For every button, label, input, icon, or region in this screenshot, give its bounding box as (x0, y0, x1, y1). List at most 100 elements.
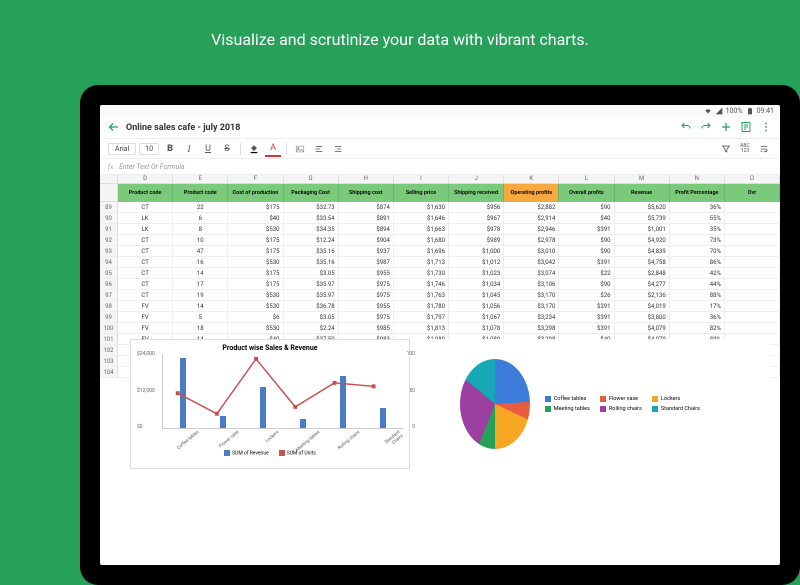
cell[interactable]: $175 (228, 202, 283, 213)
cell[interactable]: FV (118, 301, 173, 312)
cell[interactable]: $1,001 (615, 224, 670, 235)
cell[interactable] (725, 312, 780, 323)
cell[interactable]: $391 (559, 257, 614, 268)
cell[interactable]: 44% (670, 279, 725, 290)
cell[interactable]: CT (118, 268, 173, 279)
cell[interactable] (725, 202, 780, 213)
row-number[interactable]: 101 (100, 334, 118, 345)
table-row[interactable]: 99FV5$6$3.05$975$1,797$1,067$3,234$391$3… (100, 312, 780, 323)
cell[interactable] (725, 224, 780, 235)
table-row[interactable]: 91LK8$530$34.35$894$1,663$978$2,946$391$… (100, 224, 780, 235)
cell[interactable]: $530 (228, 290, 283, 301)
cell[interactable]: $3,010 (504, 246, 559, 257)
cell[interactable]: $1,078 (449, 323, 504, 334)
cell[interactable]: $3,170 (504, 290, 559, 301)
cell[interactable]: $2,914 (504, 213, 559, 224)
cell[interactable]: 6 (173, 213, 228, 224)
column-header[interactable]: Packaging Cost (284, 184, 339, 202)
cell[interactable]: $978 (449, 224, 504, 235)
cell[interactable]: $35.97 (284, 279, 339, 290)
cell[interactable]: $5,739 (615, 213, 670, 224)
column-header[interactable]: Selling price (394, 184, 449, 202)
undo-icon[interactable] (680, 121, 692, 135)
cell[interactable]: CT (118, 246, 173, 257)
cell[interactable]: 70% (670, 246, 725, 257)
cell[interactable] (725, 257, 780, 268)
cell[interactable]: $955 (339, 268, 394, 279)
cell[interactable]: 10 (173, 235, 228, 246)
cell[interactable]: $175 (228, 268, 283, 279)
cell[interactable]: FV (118, 312, 173, 323)
cell[interactable]: 14 (173, 268, 228, 279)
cell[interactable]: $12.24 (284, 235, 339, 246)
column-header[interactable]: Profit Percentage (670, 184, 725, 202)
cell[interactable] (725, 246, 780, 257)
font-size-picker[interactable]: 10 (139, 143, 159, 155)
cell[interactable]: $35.16 (284, 246, 339, 257)
cell[interactable]: $1,696 (394, 246, 449, 257)
cell[interactable]: $1,000 (449, 246, 504, 257)
underline-button[interactable]: U (200, 141, 216, 157)
insert-image-button[interactable] (292, 141, 308, 157)
cell[interactable]: $1,713 (394, 257, 449, 268)
cell[interactable]: $40 (559, 213, 614, 224)
cell[interactable] (725, 235, 780, 246)
cell[interactable]: $3,074 (504, 268, 559, 279)
cell[interactable]: $1,730 (394, 268, 449, 279)
more-icon[interactable] (760, 121, 772, 135)
cell[interactable]: $391 (559, 312, 614, 323)
cell[interactable]: $1,646 (394, 213, 449, 224)
cell[interactable] (725, 268, 780, 279)
cell[interactable]: $90 (559, 235, 614, 246)
column-header[interactable]: Product code (118, 184, 173, 202)
cell[interactable]: $2,946 (504, 224, 559, 235)
cell[interactable]: 17% (670, 301, 725, 312)
cell[interactable]: $874 (339, 202, 394, 213)
table-row[interactable]: 93CT47$175$35.16$937$1,696$1,000$3,010$9… (100, 246, 780, 257)
cell[interactable]: 73% (670, 235, 725, 246)
cell[interactable]: $1,023 (449, 268, 504, 279)
table-row[interactable]: 89CT22$175$32.73$874$1,630$956$2,882$90$… (100, 202, 780, 213)
column-header[interactable]: Product code (173, 184, 228, 202)
cell[interactable]: $1,763 (394, 290, 449, 301)
formula-bar[interactable]: fx Enter Text Or Formula (100, 159, 780, 175)
cell[interactable] (725, 323, 780, 334)
cell[interactable]: $975 (339, 312, 394, 323)
col-letter[interactable]: I (394, 175, 449, 183)
filter-button[interactable] (718, 141, 734, 157)
italic-button[interactable]: I (181, 141, 197, 157)
cell[interactable]: $4,019 (615, 301, 670, 312)
cell[interactable]: $3,042 (504, 257, 559, 268)
cell[interactable]: $3,170 (504, 301, 559, 312)
cell[interactable]: $1,012 (449, 257, 504, 268)
strike-button[interactable]: S (219, 141, 235, 157)
cell[interactable]: $3,298 (504, 323, 559, 334)
cell[interactable]: $175 (228, 279, 283, 290)
cell[interactable]: $391 (559, 301, 614, 312)
row-number[interactable]: 89 (100, 202, 118, 213)
column-header[interactable]: Revenue (615, 184, 670, 202)
cell[interactable]: FV (118, 323, 173, 334)
cell[interactable]: $985 (339, 323, 394, 334)
cell[interactable]: 36% (670, 202, 725, 213)
cell[interactable]: 42% (670, 268, 725, 279)
row-number[interactable]: 97 (100, 290, 118, 301)
table-row[interactable]: 96CT17$175$35.97$975$1,746$1,034$3,106$9… (100, 279, 780, 290)
add-icon[interactable] (720, 121, 732, 135)
cell[interactable]: $1,056 (449, 301, 504, 312)
row-number[interactable]: 96 (100, 279, 118, 290)
cell[interactable] (725, 279, 780, 290)
cell[interactable]: CT (118, 279, 173, 290)
column-header[interactable]: Shipping cost (339, 184, 394, 202)
text-color-button[interactable]: A (265, 141, 281, 157)
column-header[interactable]: Ovr (725, 184, 780, 202)
col-letter[interactable]: J (449, 175, 504, 183)
row-number[interactable]: 93 (100, 246, 118, 257)
table-row[interactable]: 97CT19$530$35.97$975$1,763$1,045$3,170$2… (100, 290, 780, 301)
cell[interactable]: 55% (670, 213, 725, 224)
cell[interactable]: $1,663 (394, 224, 449, 235)
cell[interactable]: CT (118, 290, 173, 301)
table-row[interactable]: 92CT10$175$12.24$904$1,680$989$2,978$90$… (100, 235, 780, 246)
form-icon[interactable] (740, 121, 752, 135)
bar-chart[interactable]: Product wise Sales & Revenue $24,000 $12… (130, 339, 410, 469)
